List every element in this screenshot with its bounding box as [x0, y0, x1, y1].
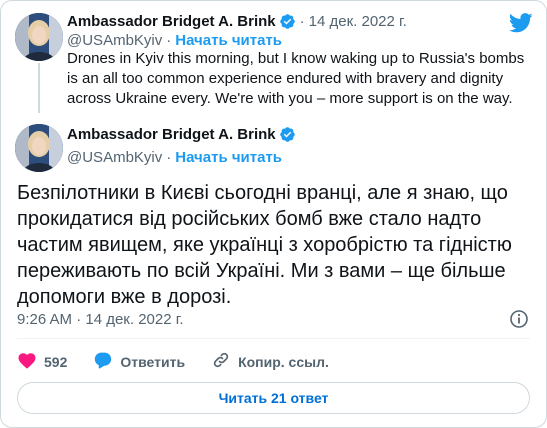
main-handle-row: @USAmbKyiv · Начать читать [67, 149, 282, 166]
divider [17, 338, 530, 339]
read-replies-button[interactable]: Читать 21 ответ [17, 382, 530, 414]
quoted-tweet-text: Drones in Kyiv this morning, but I know … [67, 50, 525, 107]
tweet-timestamp[interactable]: 9:26 AM · 14 дек. 2022 г. [17, 311, 184, 328]
reply-button[interactable]: Ответить [93, 351, 185, 372]
copy-link-label: Копир. ссыл. [238, 353, 329, 370]
reply-bubble-icon [93, 351, 113, 372]
separator-dot: · [299, 13, 305, 30]
like-button[interactable]: 592 [17, 351, 67, 372]
avatar[interactable] [15, 124, 63, 172]
tweet-date[interactable]: 14 дек. 2022 г. [309, 13, 407, 30]
link-icon [211, 351, 231, 372]
thread-connector-line [38, 63, 40, 113]
heart-icon [17, 351, 37, 372]
author-name[interactable]: Ambassador Bridget A. Brink [67, 126, 276, 143]
embedded-tweet-card: Ambassador Bridget A. Brink · 14 дек. 20… [0, 0, 547, 428]
author-handle[interactable]: @USAmbKyiv [67, 32, 162, 49]
author-handle[interactable]: @USAmbKyiv [67, 149, 162, 166]
verified-badge-icon [279, 126, 296, 143]
info-icon[interactable] [509, 309, 529, 334]
tweet-text: Безпілотники в Києві сьогодні вранці, ал… [17, 182, 512, 308]
reply-label: Ответить [120, 353, 186, 370]
follow-button[interactable]: Начать читать [175, 32, 282, 49]
main-author-row: Ambassador Bridget A. Brink [67, 126, 296, 143]
verified-badge-icon [279, 13, 296, 30]
quoted-handle-row: @USAmbKyiv · Начать читать [67, 32, 282, 49]
separator-dot: · [166, 149, 172, 166]
separator-dot: · [166, 32, 172, 49]
quoted-author-row: Ambassador Bridget A. Brink · 14 дек. 20… [67, 13, 407, 30]
avatar[interactable] [15, 13, 63, 61]
author-name[interactable]: Ambassador Bridget A. Brink [67, 13, 276, 30]
follow-button[interactable]: Начать читать [175, 149, 282, 166]
tweet-actions-bar: 592 Ответить Копир. ссыл. [17, 351, 355, 372]
copy-link-button[interactable]: Копир. ссыл. [211, 351, 329, 372]
twitter-bird-icon[interactable] [508, 13, 533, 38]
like-count: 592 [44, 353, 68, 370]
